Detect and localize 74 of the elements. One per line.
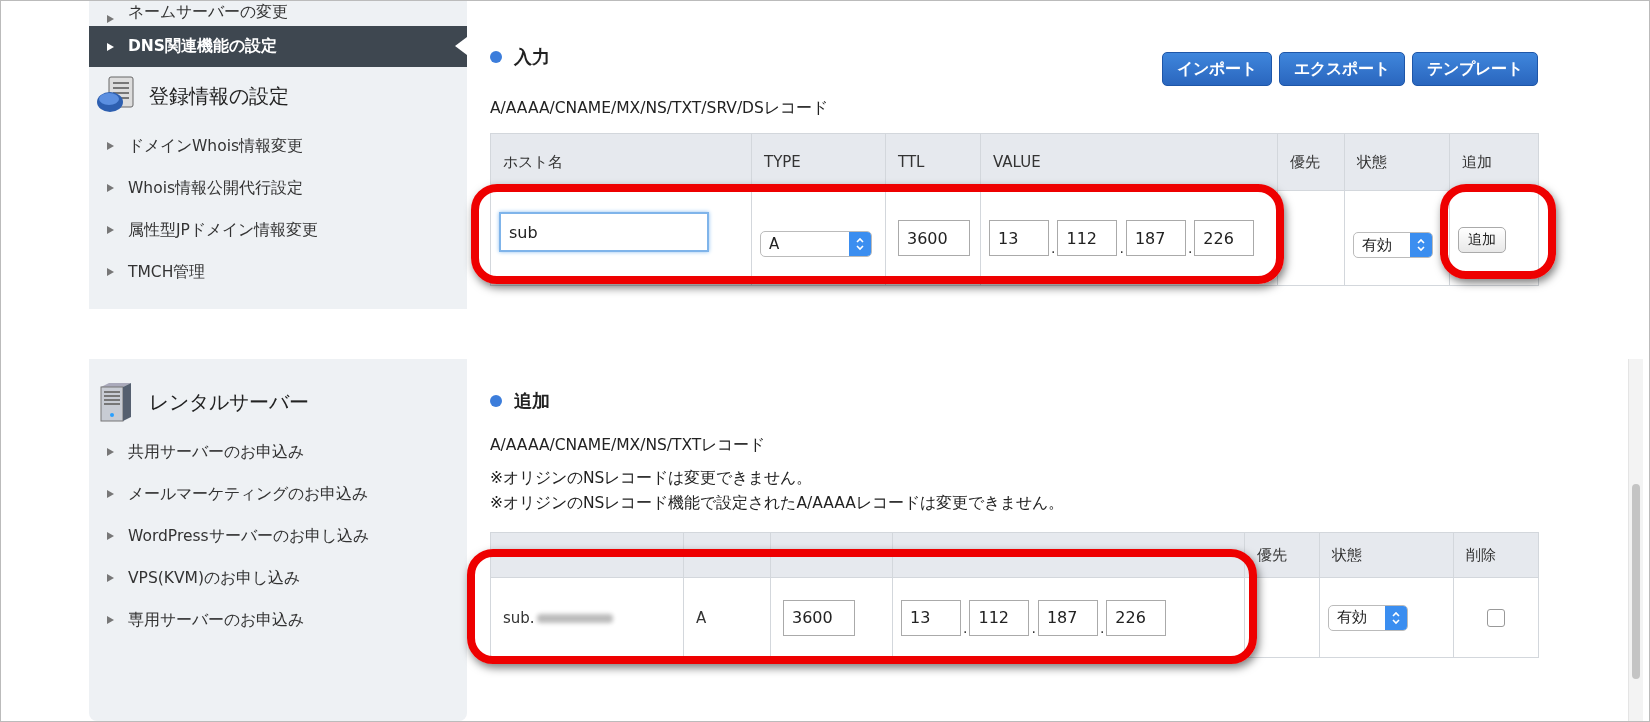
bullet-triangle-icon (107, 268, 114, 276)
ttl-field[interactable]: 3600 (783, 599, 855, 636)
separator-dot: . (1031, 619, 1036, 636)
bullet-triangle-icon (107, 574, 114, 582)
ttl-field[interactable]: 3600 (898, 220, 970, 256)
record-types-text: A/AAAA/CNAME/MX/NS/TXT/SRV/DSレコード (490, 98, 829, 119)
note-text: ※オリジンのNSレコード機能で設定されたA/AAAAレコードは変更できません。 (490, 493, 1065, 514)
type-select[interactable]: A (760, 231, 872, 257)
toolbar-button[interactable]: テンプレート (1412, 52, 1538, 86)
bullet-triangle-icon (107, 616, 114, 624)
status-select[interactable]: 有効 (1353, 232, 1433, 258)
ip-octet-field[interactable]: 187 (1037, 599, 1098, 636)
separator-dot: . (1099, 619, 1105, 636)
scrollbar[interactable] (1628, 359, 1643, 721)
ip-octet-field[interactable]: 13 (989, 220, 1049, 256)
toolbar-button[interactable]: エクスポート (1279, 52, 1405, 86)
ip-octet-field[interactable]: 112 (1057, 220, 1118, 256)
column-header: ホスト名 (503, 152, 563, 171)
note-text: ※オリジンのNSレコードは変更できません。 (490, 468, 814, 489)
chevron-icon (855, 237, 865, 251)
column-header: VALUE (993, 153, 1041, 171)
separator-dot: . (1119, 240, 1124, 256)
column-header: TYPE (764, 153, 801, 171)
host-name-field[interactable]: sub (499, 212, 709, 253)
sidebar-item[interactable]: ドメインWhois情報変更 (89, 125, 467, 167)
section-heading: 追加 (514, 389, 550, 413)
ip-octet-field[interactable]: 226 (1106, 599, 1167, 636)
sidebar-item[interactable]: WordPressサーバーのお申し込み (89, 515, 467, 557)
bullet-triangle-icon (107, 42, 114, 51)
toolbar-button[interactable]: インポート (1162, 52, 1272, 86)
sidebar-item[interactable]: ネームサーバーの変更 (89, 1, 467, 26)
sidebar-item[interactable]: 共用サーバーのお申込み (89, 431, 467, 473)
bullet-triangle-icon (107, 448, 114, 456)
column-header: 優先 (1290, 152, 1320, 171)
sidebar-item[interactable]: TMCH管理 (89, 251, 467, 293)
host-name: sub. (502, 608, 535, 627)
add-button[interactable]: 追加 (1458, 227, 1506, 253)
chevron-icon (1391, 610, 1401, 625)
section-title: レンタルサーバー (149, 388, 309, 416)
selection-notch-icon (455, 37, 467, 55)
ip-octet-field[interactable]: 13 (901, 599, 961, 636)
bullet-dot-icon (490, 51, 502, 63)
delete-checkbox[interactable] (1487, 608, 1505, 627)
separator-dot: . (963, 619, 968, 636)
separator-dot: . (1051, 240, 1056, 256)
column-header: 削除 (1466, 545, 1496, 564)
column-header: 状態 (1332, 545, 1362, 564)
bullet-triangle-icon (107, 15, 114, 23)
chevron-icon (1416, 238, 1426, 252)
bullet-triangle-icon (107, 490, 114, 498)
separator-dot: . (1187, 240, 1193, 256)
sidebar-item[interactable]: 属性型JPドメイン情報変更 (89, 209, 467, 251)
record-types-text: A/AAAA/CNAME/MX/NS/TXTレコード (490, 435, 767, 456)
ip-octet-field[interactable]: 226 (1194, 220, 1255, 256)
sidebar-item[interactable]: メールマーケティングのお申込み (89, 473, 467, 515)
section-title: 登録情報の設定 (149, 82, 289, 110)
sidebar-item[interactable]: VPS(KVM)のお申し込み (89, 557, 467, 599)
ip-octet-field[interactable]: 112 (969, 599, 1030, 636)
record-type: A (695, 608, 707, 627)
sidebar-item[interactable]: DNS関連機能の設定 (89, 26, 467, 67)
column-header: 追加 (1462, 152, 1492, 171)
sidebar-item[interactable]: Whois情報公開代行設定 (89, 167, 467, 209)
bullet-triangle-icon (107, 226, 114, 234)
bullet-triangle-icon (107, 142, 114, 150)
column-header: 優先 (1257, 545, 1287, 564)
column-header: TTL (898, 153, 925, 171)
bullet-dot-icon (490, 395, 502, 407)
bullet-triangle-icon (107, 532, 114, 540)
sidebar-item[interactable]: 専用サーバーのお申込み (89, 599, 467, 641)
ip-octet-field[interactable]: 187 (1125, 220, 1186, 256)
column-header: 状態 (1357, 152, 1387, 171)
status-select[interactable]: 有効 (1328, 604, 1408, 631)
bullet-triangle-icon (107, 184, 114, 192)
section-heading: 入力 (514, 45, 550, 69)
